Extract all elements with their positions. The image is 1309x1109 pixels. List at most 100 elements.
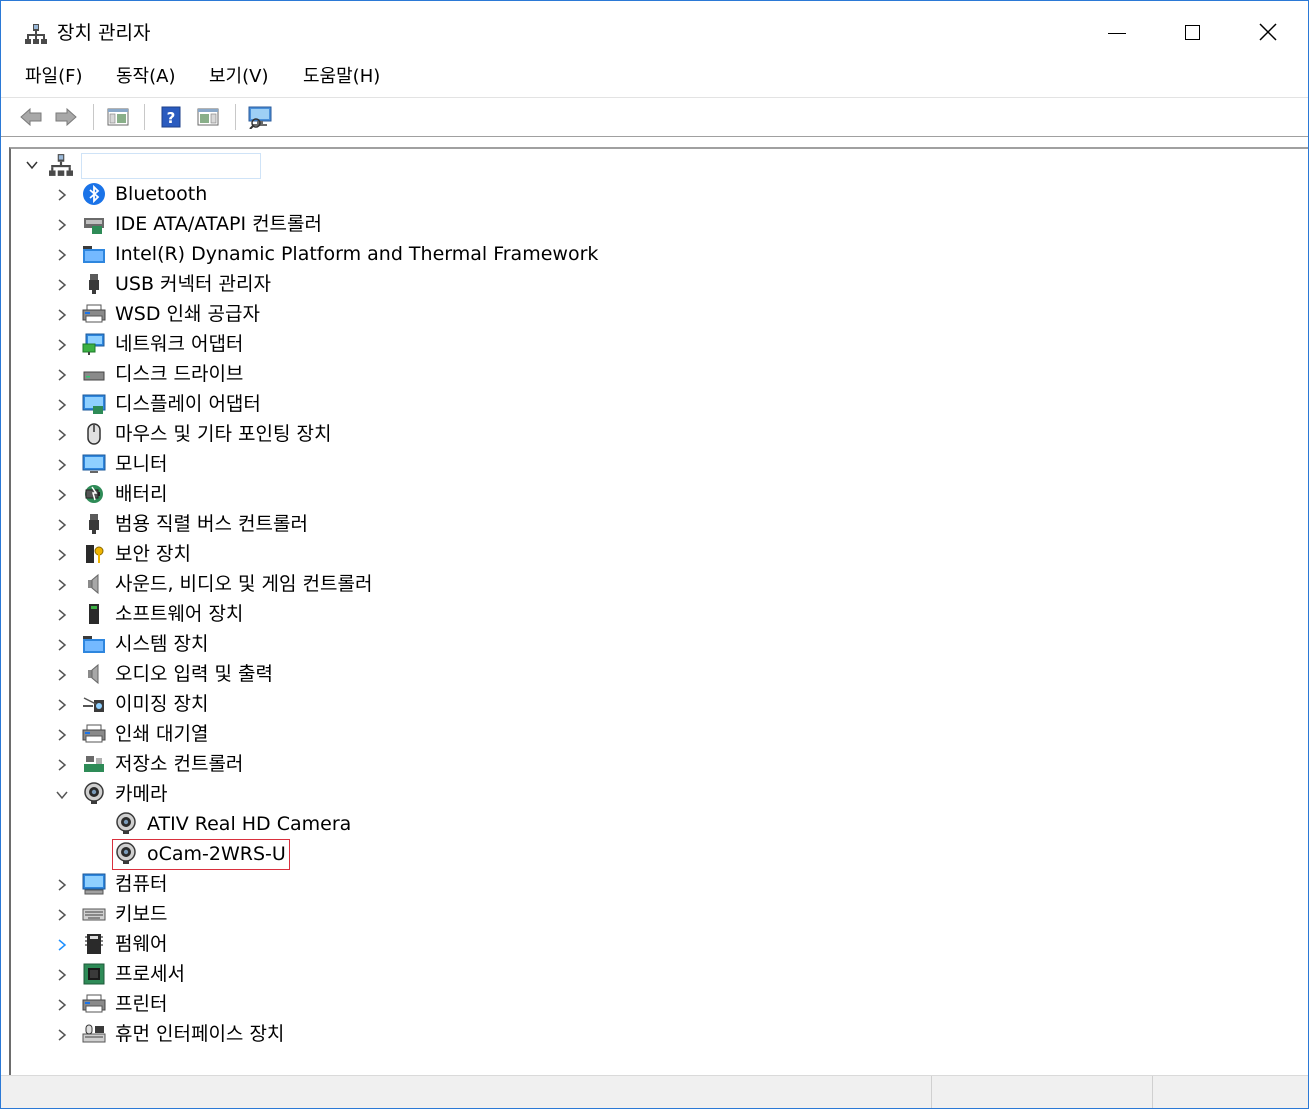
minimize-button[interactable] xyxy=(1079,7,1155,57)
back-icon xyxy=(20,107,42,127)
chevron-right-icon[interactable] xyxy=(55,428,69,442)
tree-category[interactable]: 프로세서 xyxy=(11,959,711,989)
tree-category[interactable]: 휴먼 인터페이스 장치 xyxy=(11,1019,711,1049)
chevron-right-icon[interactable] xyxy=(55,188,69,202)
tree-category[interactable]: 키보드 xyxy=(11,899,711,929)
chevron-right-icon[interactable] xyxy=(55,698,69,712)
chevron-right-icon[interactable] xyxy=(55,668,69,682)
chevron-right-icon[interactable] xyxy=(55,728,69,742)
show-hide-console-tree-icon xyxy=(107,108,129,126)
chevron-right-icon[interactable] xyxy=(55,308,69,322)
tree-device[interactable]: ATIV Real HD Camera xyxy=(11,809,711,839)
chevron-right-icon[interactable] xyxy=(55,608,69,622)
imaging-device-icon xyxy=(83,697,104,712)
tree-category[interactable]: 이미징 장치 xyxy=(11,689,711,719)
status-cell xyxy=(1152,1076,1308,1108)
tree-category[interactable]: 소프트웨어 장치 xyxy=(11,599,711,629)
menu-file[interactable]: 파일(F) xyxy=(23,65,85,89)
chevron-right-icon[interactable] xyxy=(55,968,69,982)
tree-category[interactable]: 사운드, 비디오 및 게임 컨트롤러 xyxy=(11,569,711,599)
chevron-down-icon[interactable] xyxy=(55,788,69,802)
tree-category-label: IDE ATA/ATAPI 컨트롤러 xyxy=(115,213,323,235)
title-bar: 장치 관리자 xyxy=(1,1,1308,59)
chevron-right-icon[interactable] xyxy=(55,908,69,922)
chevron-right-icon[interactable] xyxy=(55,398,69,412)
chevron-right-icon[interactable] xyxy=(55,368,69,382)
chevron-right-icon[interactable] xyxy=(55,998,69,1012)
tree-root-label[interactable] xyxy=(81,153,261,179)
system-folder-icon xyxy=(83,246,105,263)
tree-category[interactable]: 디스크 드라이브 xyxy=(11,359,711,389)
tree-category[interactable]: 범용 직렬 버스 컨트롤러 xyxy=(11,509,711,539)
tree-category[interactable]: Intel(R) Dynamic Platform and Thermal Fr… xyxy=(11,239,711,269)
chevron-right-icon[interactable] xyxy=(55,248,69,262)
chevron-right-icon[interactable] xyxy=(55,458,69,472)
tree-category[interactable]: 시스템 장치 xyxy=(11,629,711,659)
menu-action[interactable]: 동작(A) xyxy=(114,65,177,89)
toolbar-separator xyxy=(235,104,236,130)
system-folder-icon xyxy=(83,636,105,653)
maximize-button[interactable] xyxy=(1154,7,1230,57)
storage-controller-icon xyxy=(84,756,104,772)
chevron-right-icon[interactable] xyxy=(55,878,69,892)
scan-hardware-button[interactable] xyxy=(247,105,273,129)
tree-category[interactable]: 펌웨어 xyxy=(11,929,711,959)
help-icon: ? xyxy=(161,106,181,128)
tree-category[interactable]: WSD 인쇄 공급자 xyxy=(11,299,711,329)
tree-device-label: ATIV Real HD Camera xyxy=(147,813,352,835)
menu-help[interactable]: 도움말(H) xyxy=(301,65,382,89)
forward-button[interactable] xyxy=(53,105,79,129)
tree-category[interactable]: 컴퓨터 xyxy=(11,869,711,899)
menu-bar: 파일(F) 동작(A) 보기(V) 도움말(H) xyxy=(1,59,1308,98)
security-device-icon xyxy=(86,545,104,563)
tree-category[interactable]: Bluetooth xyxy=(11,179,711,209)
tree-category-label: 휴먼 인터페이스 장치 xyxy=(115,1023,285,1045)
chevron-right-icon[interactable] xyxy=(55,488,69,502)
mouse-icon xyxy=(87,423,101,445)
tree-category[interactable]: USB 커넥터 관리자 xyxy=(11,269,711,299)
chevron-down-icon[interactable] xyxy=(25,158,39,172)
printer-icon xyxy=(82,724,106,743)
tree-category[interactable]: 보안 장치 xyxy=(11,539,711,569)
usb-controller-icon xyxy=(89,514,99,534)
tree-category[interactable]: 인쇄 대기열 xyxy=(11,719,711,749)
disk-drive-icon xyxy=(83,371,105,381)
tree-category[interactable]: 카메라 xyxy=(11,779,711,809)
help-button[interactable]: ? xyxy=(158,105,184,129)
close-button[interactable] xyxy=(1230,7,1306,57)
chevron-right-icon[interactable] xyxy=(55,1028,69,1042)
chevron-right-icon[interactable] xyxy=(55,578,69,592)
tree-device[interactable]: oCam-2WRS-U xyxy=(11,839,711,869)
tree-category-label: 범용 직렬 버스 컨트롤러 xyxy=(115,513,308,535)
tree-category[interactable]: 프린터 xyxy=(11,989,711,1019)
processor-icon xyxy=(83,963,105,985)
speaker-icon xyxy=(88,663,99,685)
back-button[interactable] xyxy=(18,105,44,129)
tree-category[interactable]: 마우스 및 기타 포인팅 장치 xyxy=(11,419,711,449)
tree-category[interactable]: 네트워크 어댑터 xyxy=(11,329,711,359)
tree-category[interactable]: 디스플레이 어댑터 xyxy=(11,389,711,419)
chevron-right-icon[interactable] xyxy=(55,548,69,562)
tree-category[interactable]: 오디오 입력 및 출력 xyxy=(11,659,711,689)
tree-category-label: 소프트웨어 장치 xyxy=(115,603,244,625)
tree-category[interactable]: 저장소 컨트롤러 xyxy=(11,749,711,779)
tree-category-label: 컴퓨터 xyxy=(115,873,168,895)
chevron-right-icon[interactable] xyxy=(55,518,69,532)
show-hide-console-tree-button[interactable] xyxy=(105,105,131,129)
chevron-right-icon[interactable] xyxy=(55,638,69,652)
chevron-right-icon[interactable] xyxy=(55,278,69,292)
menu-view[interactable]: 보기(V) xyxy=(207,65,270,89)
chevron-right-icon[interactable] xyxy=(55,758,69,772)
tree-category[interactable]: 모니터 xyxy=(11,449,711,479)
show-hide-action-pane-button[interactable] xyxy=(195,105,221,129)
chevron-right-icon[interactable] xyxy=(55,938,69,952)
chevron-right-icon[interactable] xyxy=(55,218,69,232)
tree-category-label: 디스크 드라이브 xyxy=(115,363,244,385)
tree-category[interactable]: 배터리 xyxy=(11,479,711,509)
chevron-right-icon[interactable] xyxy=(55,338,69,352)
tree-category[interactable]: IDE ATA/ATAPI 컨트롤러 xyxy=(11,209,711,239)
tree-category-label: 펌웨어 xyxy=(115,933,168,955)
tree-device-label: oCam-2WRS-U xyxy=(147,843,286,865)
maximize-icon xyxy=(1184,24,1200,40)
tree-root[interactable] xyxy=(11,149,311,179)
